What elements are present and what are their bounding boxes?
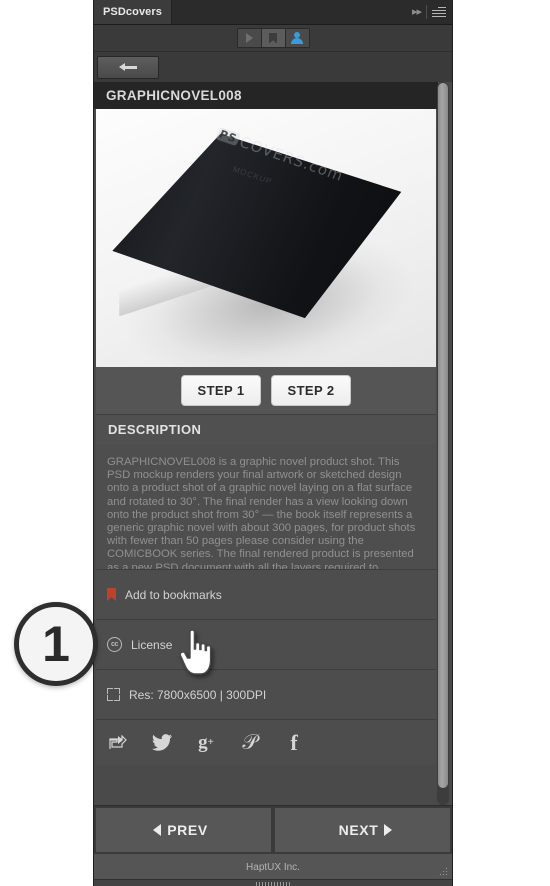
license-row[interactable]: cc License [96,619,436,669]
view-toggle-group [236,28,310,48]
resolution-label: Res: 7800x6500 | 300DPI [129,687,267,702]
content-inner: GRAPHICNOVEL008 PSCOVERS.com MOCKUP STEP… [94,82,438,765]
drag-handle-icon[interactable] [256,881,290,886]
description-header: DESCRIPTION [96,414,436,444]
watermark-badge: PS [215,126,242,147]
psdcovers-panel: PSDcovers ▸▸ GRAPHICNOVEL008 PSCOVERS.co… [93,0,453,886]
resolution-row: Res: 7800x6500 | 300DPI [96,669,436,719]
vertical-scrollbar[interactable] [437,82,449,805]
add-to-bookmarks-row[interactable]: Add to bookmarks [96,569,436,619]
panel-footer: HaptUX Inc. [94,853,452,880]
next-label: NEXT [338,822,379,838]
account-view-button[interactable] [285,29,309,47]
license-label: License [131,637,173,652]
description-heading: DESCRIPTION [108,422,202,437]
share-icon[interactable] [107,732,129,754]
panel-content: GRAPHICNOVEL008 PSCOVERS.com MOCKUP STEP… [94,82,452,805]
panel-bottom-bar [94,879,452,886]
scrollbar-thumb[interactable] [438,83,448,788]
triangle-right-icon [384,824,393,836]
play-view-button[interactable] [237,29,262,47]
mouse-cursor-pointer [178,629,218,678]
tabbar-controls: ▸▸ [411,0,452,24]
next-button[interactable]: NEXT [275,808,450,852]
google-plus-icon[interactable]: g + [195,732,217,754]
footer-text: HaptUX Inc. [246,861,300,873]
back-button[interactable] [97,55,159,79]
bookmark-icon [269,32,277,44]
description-text: GRAPHICNOVEL008 is a graphic novel produ… [96,444,436,569]
prev-button[interactable]: PREV [96,808,271,852]
page-title: GRAPHICNOVEL008 [106,88,242,103]
book-mockup [110,130,403,335]
product-preview-image[interactable]: PSCOVERS.com MOCKUP [96,109,436,367]
add-to-bookmarks-label: Add to bookmarks [125,587,222,602]
product-title-bar: GRAPHICNOVEL008 [94,82,438,109]
person-icon [291,32,303,44]
divider [426,5,427,19]
back-bar [94,52,452,82]
crop-frame-icon [107,688,120,701]
social-share-row: g + 𝒫 f [96,719,436,765]
panel-menu-icon[interactable] [432,5,446,19]
prev-label: PREV [167,822,208,838]
view-toggle-bar [94,25,452,52]
tab-label: PSDcovers [103,6,162,18]
double-chevron-right-icon[interactable]: ▸▸ [412,6,422,18]
bookmarks-view-button[interactable] [261,29,286,47]
bookmark-icon [107,588,116,601]
step-buttons-bar: STEP 1 STEP 2 [96,367,436,414]
screenshot-root: PSDcovers ▸▸ GRAPHICNOVEL008 PSCOVERS.co… [0,0,550,886]
step-1-button[interactable]: STEP 1 [181,375,261,406]
pinterest-icon[interactable]: 𝒫 [239,732,261,754]
play-triangle-icon [245,33,253,43]
resize-grip-icon[interactable] [436,864,449,877]
creative-commons-icon: cc [107,637,122,652]
triangle-left-icon [153,824,162,836]
panel-tabbar: PSDcovers ▸▸ [94,0,452,25]
tabbar-empty-space [172,0,412,24]
twitter-icon[interactable] [151,732,173,754]
tab-psdcovers[interactable]: PSDcovers [94,0,172,24]
facebook-icon[interactable]: f [283,731,305,754]
step-number-badge: 1 [14,602,98,686]
pagination-nav: PREV NEXT [94,805,452,854]
arrow-left-icon [119,62,137,72]
step-2-button[interactable]: STEP 2 [271,375,351,406]
